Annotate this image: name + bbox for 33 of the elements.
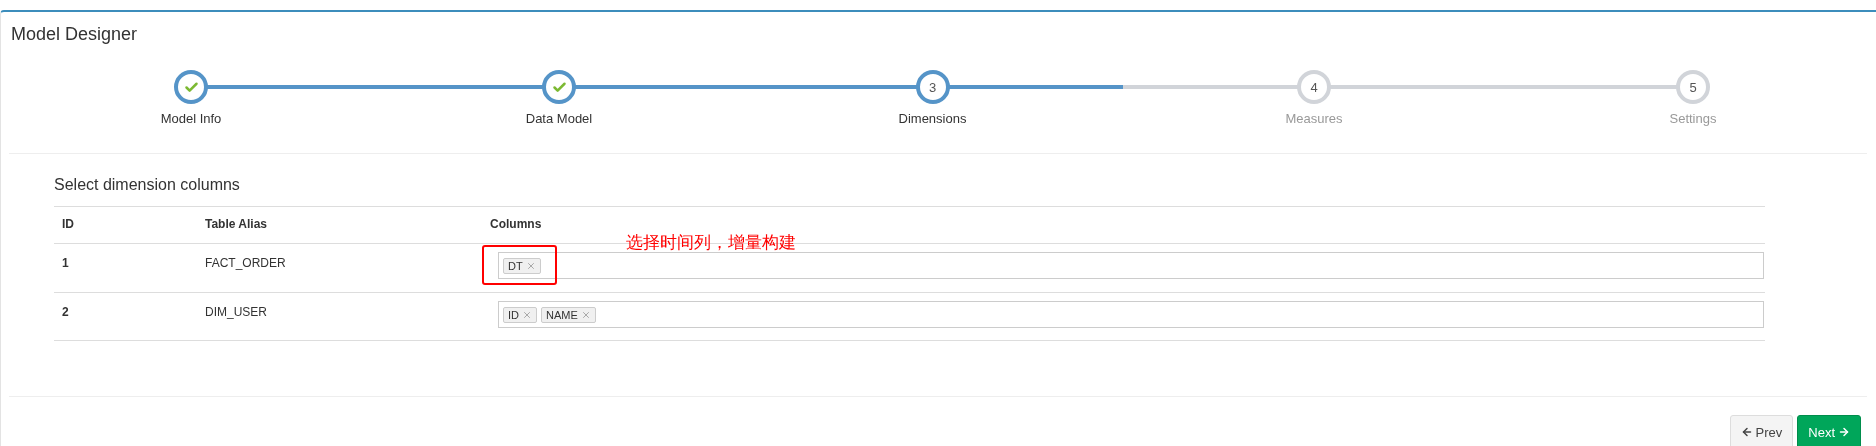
check-icon: [551, 79, 567, 95]
column-header: Table Alias: [205, 216, 269, 231]
table-cell-text: 1: [61, 255, 70, 270]
remove-icon[interactable]: [580, 309, 591, 320]
prev-button[interactable]: Prev: [1729, 415, 1794, 446]
step-label: Model Info: [160, 111, 222, 126]
step-label: Dimensions: [898, 111, 967, 126]
step-circle[interactable]: 4: [1297, 70, 1331, 104]
step-label: Measures: [1285, 111, 1343, 126]
table-cell-text: 2: [61, 304, 70, 319]
annotation-text: 选择时间列，增量构建: [626, 235, 796, 251]
column-tag: DT: [503, 257, 541, 274]
arrow-right-icon: [1838, 426, 1850, 438]
section-title: Select dimension columns: [54, 176, 241, 195]
remove-icon[interactable]: [525, 260, 536, 271]
column-tag: ID: [503, 306, 537, 323]
step-circle[interactable]: [542, 70, 576, 104]
step-circle[interactable]: 3: [915, 70, 950, 104]
column-header: Columns: [490, 216, 543, 231]
tag-input-field[interactable]: ID NAME: [498, 301, 1764, 328]
tag-input-field[interactable]: DT: [498, 252, 1764, 279]
check-icon: [183, 79, 199, 95]
column-header: ID: [61, 216, 75, 231]
panel-title: Model Designer: [10, 23, 139, 46]
step-label: Settings: [1669, 111, 1717, 126]
table-cell-text: DIM_USER: [205, 304, 268, 319]
arrow-left-icon: [1740, 426, 1753, 438]
step-circle[interactable]: 5: [1676, 70, 1710, 104]
column-tag: NAME: [541, 306, 596, 323]
table-cell-text: FACT_ORDER: [205, 255, 287, 270]
step-circle[interactable]: [174, 70, 208, 104]
step-label: Data Model: [525, 111, 593, 126]
remove-icon[interactable]: [522, 309, 532, 320]
